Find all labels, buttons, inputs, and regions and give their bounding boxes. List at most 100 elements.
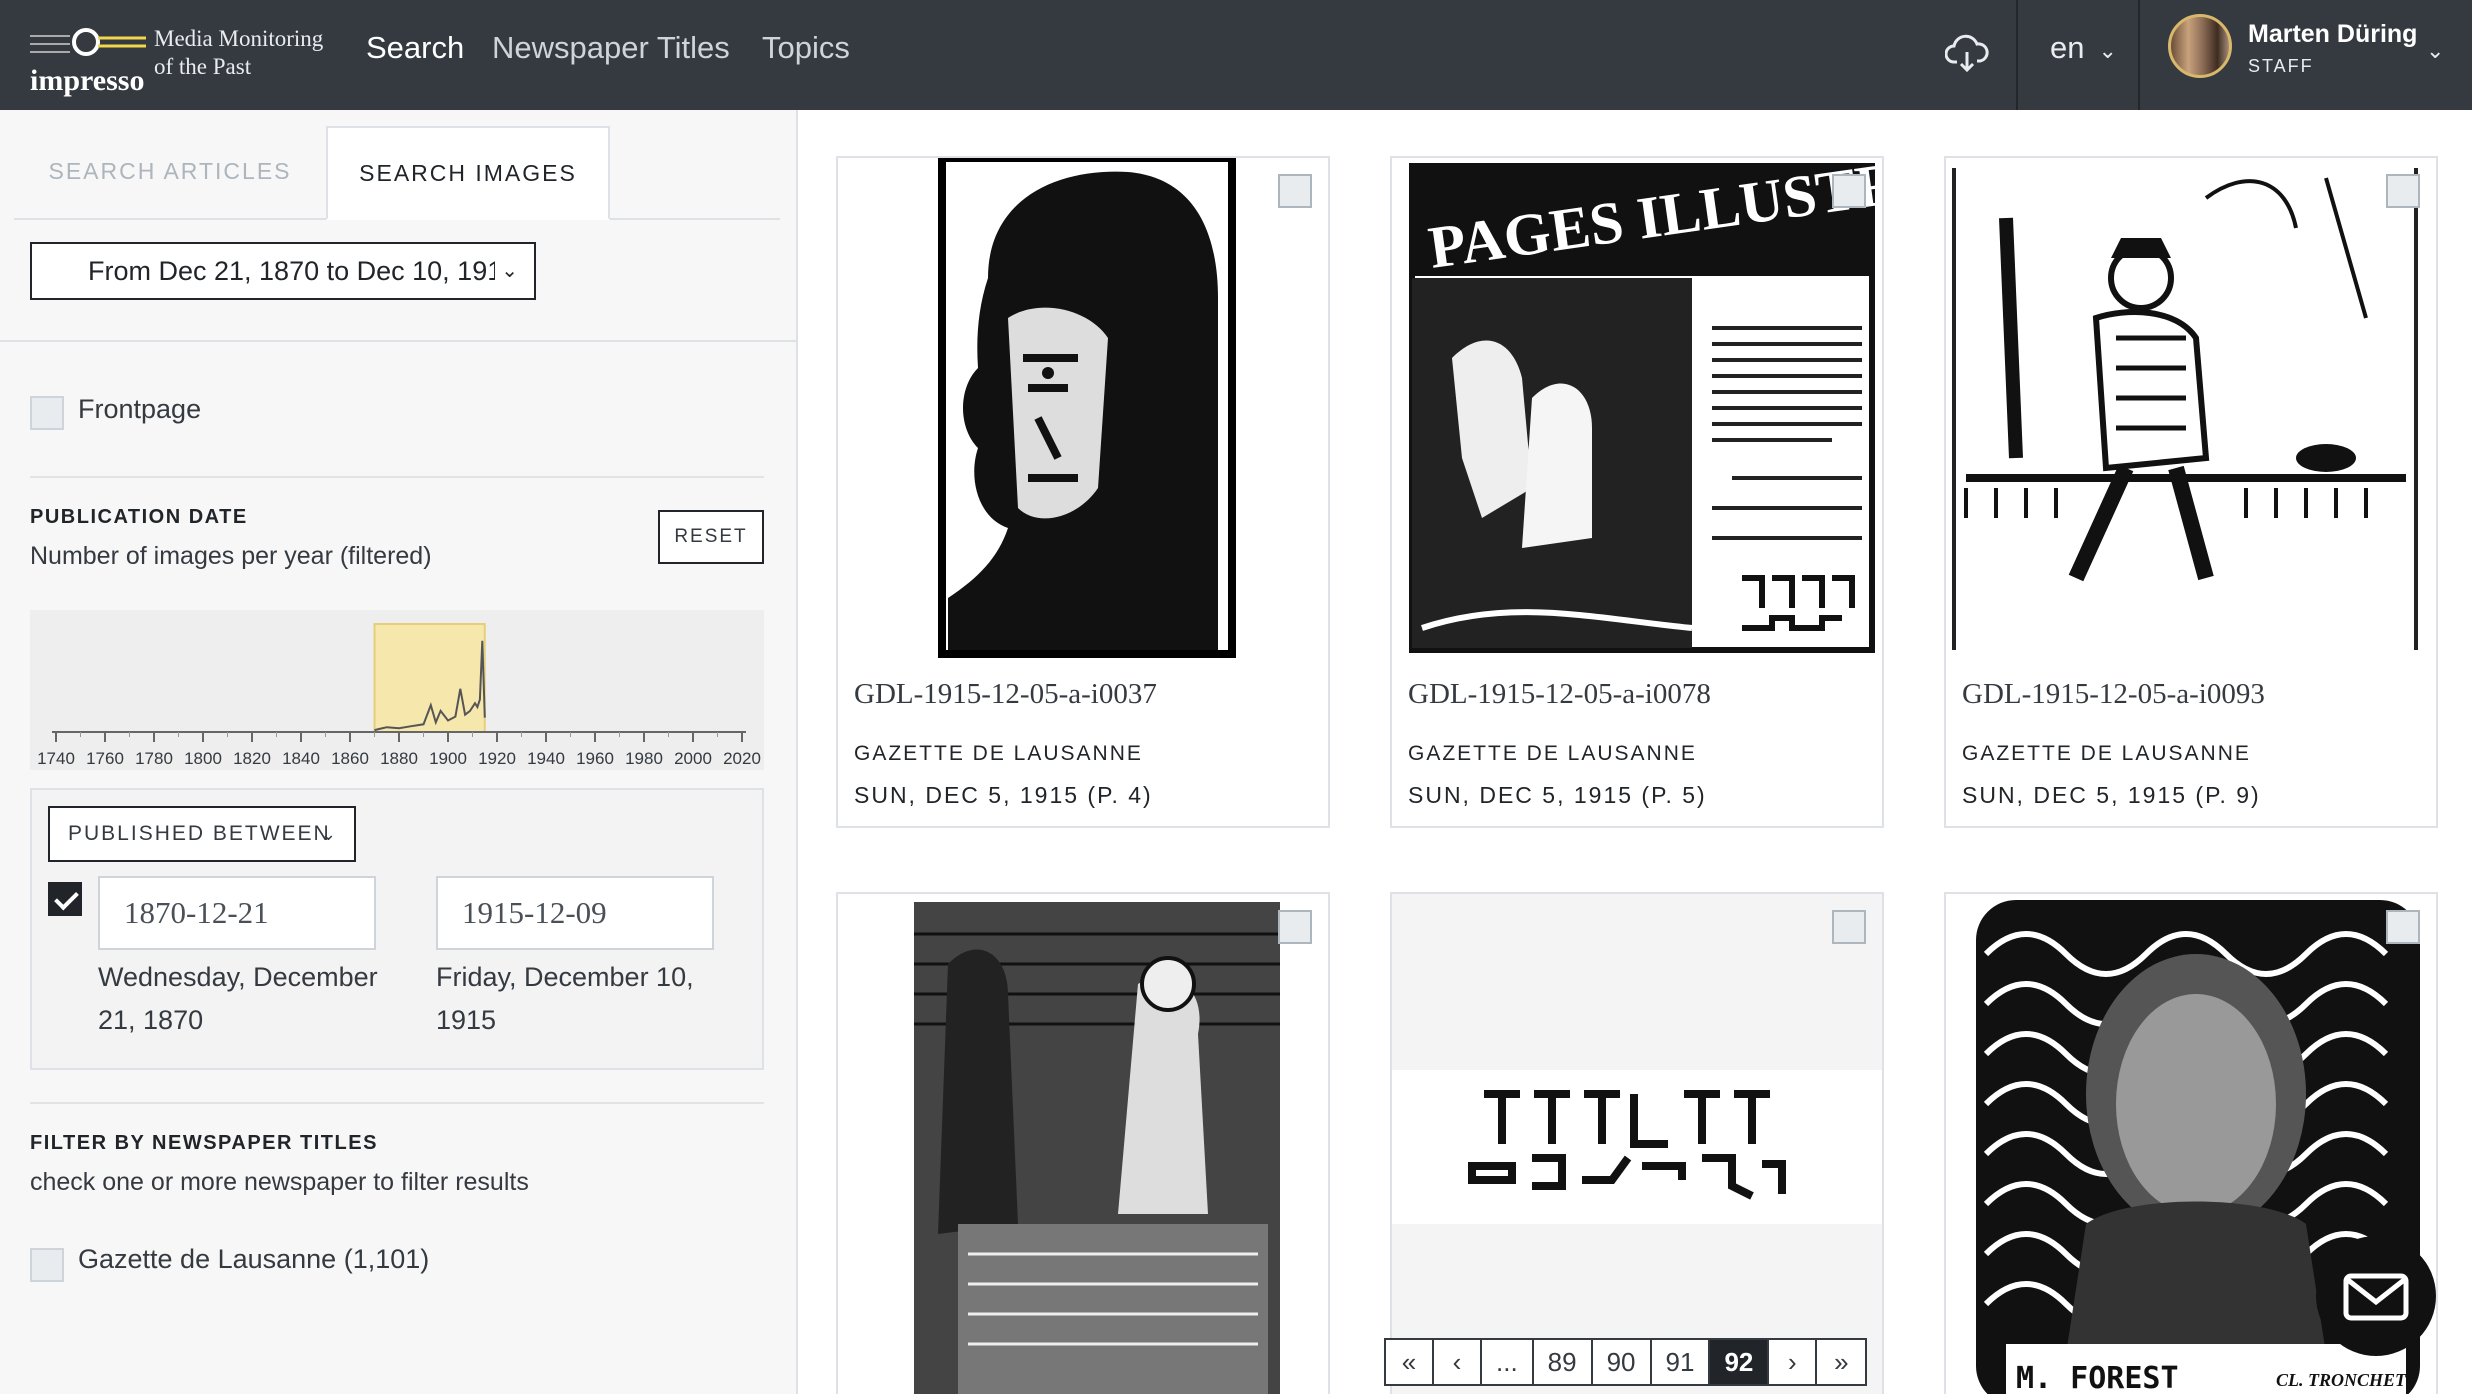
brand-tagline-1: Media Monitoring bbox=[154, 26, 324, 51]
histogram-tick-label: 1900 bbox=[429, 749, 467, 768]
histogram-tick-label: 1740 bbox=[37, 749, 75, 768]
tab-search-articles[interactable]: SEARCH ARTICLES bbox=[14, 126, 326, 220]
pagination-first[interactable]: « bbox=[1386, 1340, 1434, 1384]
date-filter-checkbox[interactable] bbox=[48, 882, 82, 916]
pagination-ellipsis: ... bbox=[1482, 1340, 1534, 1384]
histogram-tick-label: 1800 bbox=[184, 749, 222, 768]
pagination-page-current[interactable]: 92 bbox=[1710, 1340, 1770, 1384]
date-from-caption: Wednesday, December 21, 1870 bbox=[98, 962, 378, 1035]
portrait-engraving-image bbox=[838, 158, 1328, 658]
nav-separator bbox=[2138, 0, 2140, 110]
date-filter-box: PUBLISHED BETWEEN ⌄ 1870-12-21 1915-12-0… bbox=[30, 788, 764, 1070]
image-result-card[interactable] bbox=[1390, 892, 1884, 1394]
publication-date-title: PUBLICATION DATE bbox=[30, 506, 248, 528]
nav-topics[interactable]: Topics bbox=[762, 30, 850, 66]
histogram-tick-label: 1840 bbox=[282, 749, 320, 768]
result-newspaper: GAZETTE DE LAUSANNE bbox=[1962, 742, 2251, 765]
nav-newspaper-titles[interactable]: Newspaper Titles bbox=[492, 30, 730, 66]
pagination-last[interactable]: » bbox=[1817, 1340, 1865, 1384]
tavern-scene-image bbox=[838, 894, 1328, 1394]
chevron-down-icon: ⌄ bbox=[2098, 38, 2117, 63]
image-result-card[interactable]: PAGES ILLUSTRÉES GDL-1915-12-05-a-i0078 … bbox=[1390, 156, 1884, 828]
language-selector[interactable]: en ⌄ bbox=[2050, 30, 2117, 66]
result-uid[interactable]: GDL-1915-12-05-a-i0078 bbox=[1408, 678, 1711, 711]
histogram-tick-label: 1880 bbox=[380, 749, 418, 768]
decorative-letters-image bbox=[1392, 894, 1882, 1394]
histogram-tick-label: 1760 bbox=[86, 749, 124, 768]
chevron-down-icon: ⌄ bbox=[495, 244, 518, 298]
result-uid[interactable]: GDL-1915-12-05-a-i0093 bbox=[1962, 678, 2265, 711]
feedback-mail-button[interactable] bbox=[2316, 1236, 2436, 1356]
user-name[interactable]: Marten Düring bbox=[2248, 20, 2417, 49]
histogram-tick-label: 2020 bbox=[723, 749, 761, 768]
tab-search-images[interactable]: SEARCH IMAGES bbox=[326, 126, 610, 220]
date-to-input[interactable]: 1915-12-09 bbox=[436, 876, 714, 950]
histogram-tick-label: 1960 bbox=[576, 749, 614, 768]
histogram-chart: 1740 1760 1780 1800 1820 1840 1860 1880 1900 1920… bbox=[37, 623, 761, 768]
select-checkbox[interactable] bbox=[1832, 174, 1866, 208]
frontpage-checkbox[interactable] bbox=[30, 396, 64, 430]
histogram-tick-label: 1940 bbox=[527, 749, 565, 768]
image-results-grid: GDL-1915-12-05-a-i0037 GAZETTE DE LAUSAN… bbox=[800, 110, 2472, 1394]
divider bbox=[0, 340, 798, 342]
pagination-page[interactable]: 89 bbox=[1534, 1340, 1593, 1384]
result-thumbnail[interactable]: PAGES ILLUSTRÉES bbox=[1392, 158, 1882, 658]
image-result-card[interactable] bbox=[836, 892, 1330, 1394]
portrait-caption: M. FOREST bbox=[2016, 1361, 2179, 1394]
select-checkbox[interactable] bbox=[1832, 910, 1866, 944]
histogram-tick-label: 1980 bbox=[625, 749, 663, 768]
select-checkbox[interactable] bbox=[1278, 910, 1312, 944]
newspaper-filter-title: FILTER BY NEWSPAPER TITLES bbox=[30, 1132, 378, 1154]
result-thumbnail[interactable] bbox=[838, 894, 1328, 1394]
avatar[interactable] bbox=[2168, 14, 2232, 78]
newspaper-filter-subtitle: check one or more newspaper to filter re… bbox=[30, 1168, 529, 1196]
search-sidebar: SEARCH ARTICLES SEARCH IMAGES From Dec 2… bbox=[0, 110, 798, 1394]
result-thumbnail[interactable] bbox=[1946, 158, 2436, 658]
result-date: SUN, DEC 5, 1915 (P. 9) bbox=[1962, 782, 2261, 808]
result-date: SUN, DEC 5, 1915 (P. 4) bbox=[854, 782, 1153, 808]
portrait-credit: CL. TRONCHET bbox=[2276, 1370, 2407, 1390]
histogram-tick-label: 1780 bbox=[135, 749, 173, 768]
select-checkbox[interactable] bbox=[1278, 174, 1312, 208]
chevron-down-icon[interactable]: ⌄ bbox=[2426, 38, 2444, 64]
frontpage-label: Frontpage bbox=[78, 394, 202, 424]
cloud-upload-icon[interactable] bbox=[1945, 32, 1989, 76]
select-checkbox[interactable] bbox=[2386, 910, 2420, 944]
result-newspaper: GAZETTE DE LAUSANNE bbox=[1408, 742, 1697, 765]
result-thumbnail[interactable] bbox=[838, 158, 1328, 658]
reset-button[interactable]: RESET bbox=[658, 510, 764, 564]
brand-name: impresso bbox=[30, 64, 145, 97]
date-from-input[interactable]: 1870-12-21 bbox=[98, 876, 376, 950]
histogram-tick-label: 1920 bbox=[478, 749, 516, 768]
published-between-label: PUBLISHED BETWEEN bbox=[68, 822, 331, 845]
histogram-selection[interactable] bbox=[373, 623, 486, 733]
image-result-card[interactable]: GDL-1915-12-05-a-i0037 GAZETTE DE LAUSAN… bbox=[836, 156, 1330, 828]
pagination: « ‹ ... 89 90 91 92 › » bbox=[1384, 1338, 1868, 1386]
divider bbox=[30, 1102, 764, 1104]
impresso-logo[interactable]: impresso Media Monitoring of the Past bbox=[30, 22, 330, 97]
user-role: STAFF bbox=[2248, 56, 2314, 76]
top-navbar: impresso Media Monitoring of the Past Se… bbox=[0, 0, 2472, 110]
pagination-next[interactable]: › bbox=[1769, 1340, 1818, 1384]
result-date: SUN, DEC 5, 1915 (P. 5) bbox=[1408, 782, 1707, 808]
search-tabs: SEARCH ARTICLES SEARCH IMAGES bbox=[14, 126, 780, 220]
select-checkbox[interactable] bbox=[2386, 174, 2420, 208]
pagination-prev[interactable]: ‹ bbox=[1434, 1340, 1482, 1384]
pagination-page[interactable]: 90 bbox=[1593, 1340, 1652, 1384]
date-range-dropdown[interactable]: From Dec 21, 1870 to Dec 10, 1915 ⌄ bbox=[30, 242, 536, 300]
nav-search[interactable]: Search bbox=[366, 30, 464, 66]
histogram-tick-label: 1820 bbox=[233, 749, 271, 768]
soldier-sketch-image bbox=[1946, 158, 2436, 658]
result-thumbnail[interactable] bbox=[1392, 894, 1882, 1394]
pagination-page[interactable]: 91 bbox=[1652, 1340, 1711, 1384]
publication-date-subtitle: Number of images per year (filtered) bbox=[30, 542, 432, 570]
published-between-dropdown[interactable]: PUBLISHED BETWEEN ⌄ bbox=[48, 806, 356, 862]
image-result-card[interactable]: GDL-1915-12-05-a-i0093 GAZETTE DE LAUSAN… bbox=[1944, 156, 2438, 828]
result-newspaper: GAZETTE DE LAUSANNE bbox=[854, 742, 1143, 765]
pages-illustrees-image: PAGES ILLUSTRÉES bbox=[1392, 158, 1882, 658]
newspaper-checkbox[interactable] bbox=[30, 1248, 64, 1282]
date-to-caption: Friday, December 10, 1915 bbox=[436, 962, 694, 1035]
publication-date-histogram[interactable]: 1740 1760 1780 1800 1820 1840 1860 1880 1900 1920… bbox=[30, 610, 764, 770]
result-uid[interactable]: GDL-1915-12-05-a-i0037 bbox=[854, 678, 1157, 711]
histogram-tick-label: 2000 bbox=[674, 749, 712, 768]
